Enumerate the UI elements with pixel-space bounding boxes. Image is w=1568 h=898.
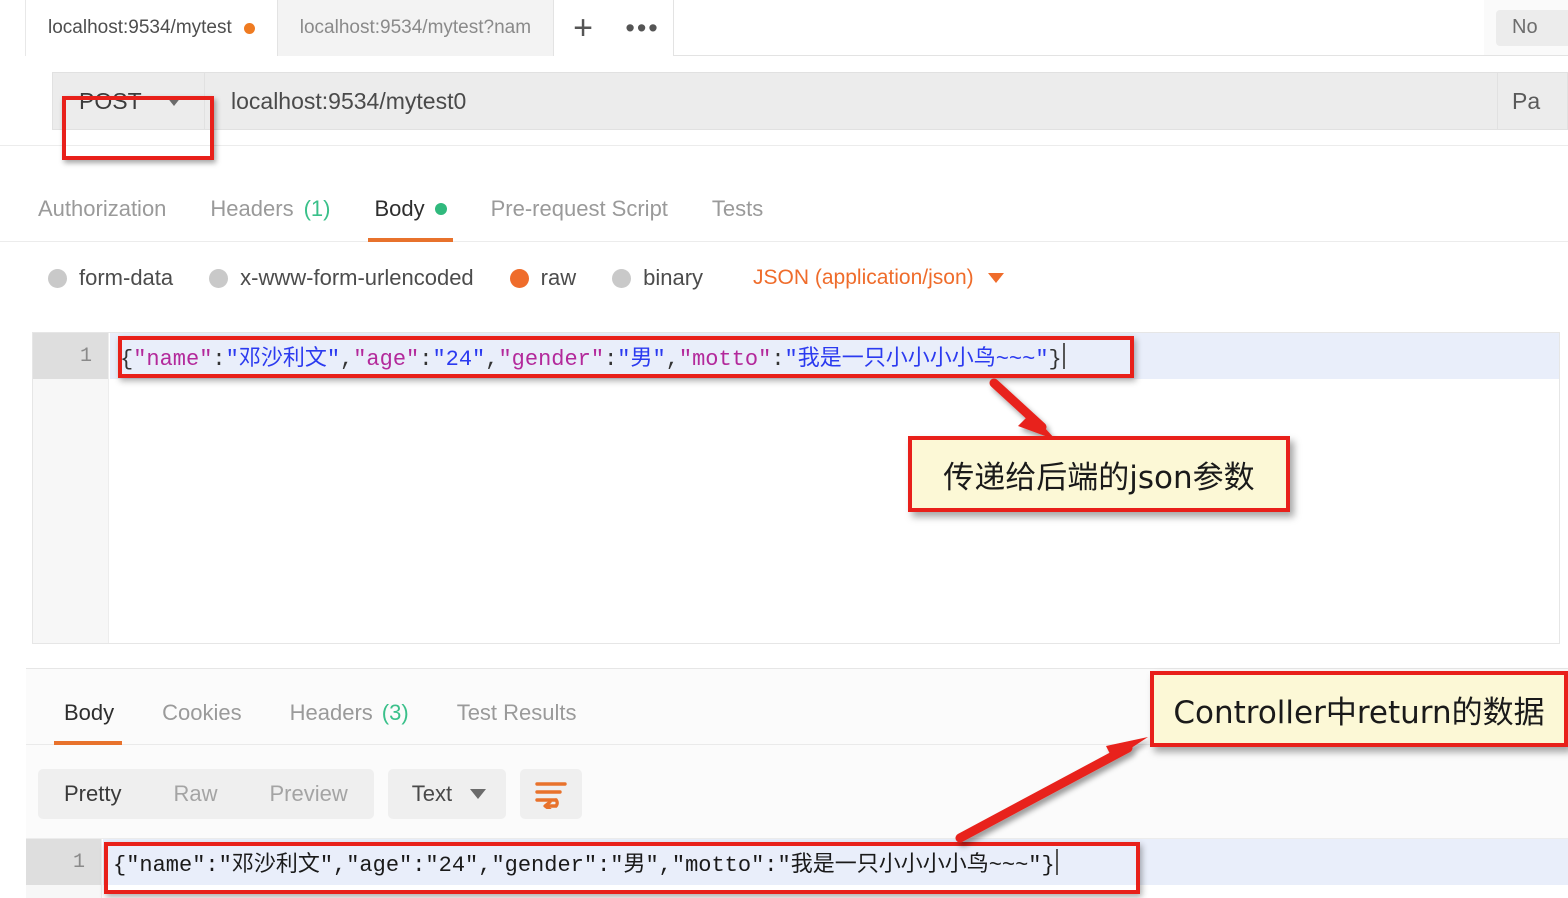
request-tab-pre-request-script[interactable]: Pre-request Script bbox=[469, 176, 690, 242]
request-tab-authorization[interactable]: Authorization bbox=[38, 176, 188, 242]
annotation-note-json-params: 传递给后端的json参数 bbox=[908, 436, 1290, 512]
pane-divider[interactable] bbox=[26, 668, 1568, 669]
request-tab-body-label: Body bbox=[374, 195, 425, 221]
chevron-down-icon bbox=[166, 96, 182, 106]
annotation-note-controller-return-text: Controller中return的数据 bbox=[1173, 694, 1545, 731]
body-present-dot-icon bbox=[434, 202, 447, 215]
url-bar: POST localhost:9534/mytest0 Pa bbox=[0, 56, 1568, 146]
response-tab-body-label: Body bbox=[64, 699, 115, 725]
response-editor-json: {"name":"邓沙利文","age":"24","gender":"男","… bbox=[113, 853, 1055, 878]
content-type-label: JSON (application/json) bbox=[753, 266, 974, 289]
request-editor-json: {"name":"邓沙利文","age":"24","gender":"男","… bbox=[120, 347, 1062, 372]
request-section-tabs: Authorization Headers (1) Body Pre-reque… bbox=[0, 176, 1568, 242]
response-body-editor[interactable]: 1 {"name":"邓沙利文","age":"24","gender":"男"… bbox=[26, 838, 1568, 898]
request-tab-body[interactable]: Body bbox=[352, 176, 468, 242]
environment-selector[interactable]: No bbox=[1496, 9, 1568, 46]
response-tab-cookies-label: Cookies bbox=[162, 699, 242, 725]
response-tab-headers-count: (3) bbox=[381, 699, 409, 725]
annotation-note-json-params-text: 传递给后端的json参数 bbox=[943, 459, 1255, 496]
response-line-number: 1 bbox=[26, 839, 101, 885]
radio-icon bbox=[48, 268, 67, 288]
chevron-down-icon bbox=[470, 789, 487, 799]
send-button-label: Pa bbox=[1512, 87, 1541, 114]
tabbar-spacer bbox=[674, 0, 1484, 55]
body-type-binary[interactable]: binary bbox=[612, 265, 703, 291]
word-wrap-icon bbox=[535, 782, 567, 809]
response-tab-cookies[interactable]: Cookies bbox=[138, 681, 265, 745]
http-method-label: POST bbox=[79, 87, 142, 114]
request-tab-0-label: localhost:9534/mytest bbox=[48, 17, 232, 38]
body-type-urlencoded[interactable]: x-www-form-urlencoded bbox=[209, 265, 474, 291]
text-caret bbox=[1062, 343, 1065, 369]
request-tab-bar: localhost:9534/mytest localhost:9534/myt… bbox=[0, 0, 1568, 56]
body-type-form-data[interactable]: form-data bbox=[48, 265, 173, 291]
url-input[interactable]: localhost:9534/mytest0 bbox=[204, 72, 1498, 130]
response-format-label: Text bbox=[411, 781, 453, 806]
response-tab-test-results[interactable]: Test Results bbox=[433, 681, 601, 745]
response-tab-test-results-label: Test Results bbox=[456, 699, 577, 725]
response-tab-body[interactable]: Body bbox=[40, 681, 138, 745]
response-tab-headers-label: Headers bbox=[289, 699, 373, 725]
annotation-note-controller-return: Controller中return的数据 bbox=[1150, 671, 1568, 747]
text-caret bbox=[1055, 849, 1058, 875]
response-editor-line-1[interactable]: {"name":"邓沙利文","age":"24","gender":"男","… bbox=[103, 839, 1568, 885]
url-input-value: localhost:9534/mytest0 bbox=[231, 87, 467, 114]
response-view-raw[interactable]: Raw bbox=[147, 769, 243, 819]
tab-options-icon[interactable]: ••• bbox=[612, 0, 675, 56]
request-tab-authorization-label: Authorization bbox=[38, 195, 167, 221]
radio-selected-icon bbox=[509, 268, 529, 288]
response-view-preview[interactable]: Preview bbox=[243, 769, 373, 819]
response-toolbar: Pretty Raw Preview Text bbox=[26, 765, 583, 823]
word-wrap-button[interactable] bbox=[520, 769, 583, 819]
response-format-select[interactable]: Text bbox=[387, 769, 507, 819]
body-type-raw[interactable]: raw bbox=[509, 265, 577, 291]
request-line-number: 1 bbox=[33, 333, 108, 379]
request-tab-tests[interactable]: Tests bbox=[690, 176, 785, 242]
radio-icon bbox=[209, 268, 229, 288]
http-method-select[interactable]: POST bbox=[52, 72, 204, 130]
radio-icon bbox=[612, 268, 632, 288]
request-editor-line-1[interactable]: {"name":"邓沙利文","age":"24","gender":"男","… bbox=[110, 333, 1559, 379]
request-editor-gutter: 1 bbox=[33, 333, 109, 643]
new-tab-button[interactable]: + bbox=[554, 0, 613, 56]
request-tab-headers-count: (1) bbox=[303, 195, 331, 221]
response-editor-gutter: 1 bbox=[26, 839, 102, 898]
request-tab-1[interactable]: localhost:9534/mytest?nam bbox=[277, 0, 555, 56]
request-body-editor[interactable]: 1 {"name":"邓沙利文","age":"24","gender":"男"… bbox=[32, 332, 1560, 644]
response-view-pretty[interactable]: Pretty bbox=[38, 769, 147, 819]
body-type-form-data-label: form-data bbox=[79, 265, 174, 290]
url-bar-inner: POST localhost:9534/mytest0 Pa bbox=[52, 72, 1568, 130]
request-tab-0[interactable]: localhost:9534/mytest bbox=[26, 0, 278, 56]
response-tab-headers[interactable]: Headers (3) bbox=[266, 681, 433, 745]
request-tab-headers[interactable]: Headers (1) bbox=[188, 176, 352, 242]
request-tab-pre-request-script-label: Pre-request Script bbox=[490, 195, 668, 221]
request-tab-tests-label: Tests bbox=[711, 195, 764, 221]
left-rail bbox=[0, 0, 26, 56]
postman-window: localhost:9534/mytest localhost:9534/myt… bbox=[0, 0, 1568, 898]
body-type-urlencoded-label: x-www-form-urlencoded bbox=[240, 265, 474, 290]
send-button[interactable]: Pa bbox=[1498, 72, 1568, 130]
body-type-binary-label: binary bbox=[643, 265, 704, 290]
request-tab-headers-label: Headers bbox=[210, 195, 294, 221]
chevron-down-icon bbox=[987, 273, 1004, 283]
response-view-mode-group: Pretty Raw Preview bbox=[38, 769, 374, 819]
environment-selector-label: No bbox=[1512, 16, 1538, 38]
content-type-select[interactable]: JSON (application/json) bbox=[753, 266, 1004, 290]
unsaved-dot-icon bbox=[243, 22, 255, 34]
body-type-raw-label: raw bbox=[540, 265, 577, 290]
request-tab-1-label: localhost:9534/mytest?nam bbox=[299, 17, 532, 38]
body-type-row: form-data x-www-form-urlencoded raw bina… bbox=[0, 242, 1568, 314]
